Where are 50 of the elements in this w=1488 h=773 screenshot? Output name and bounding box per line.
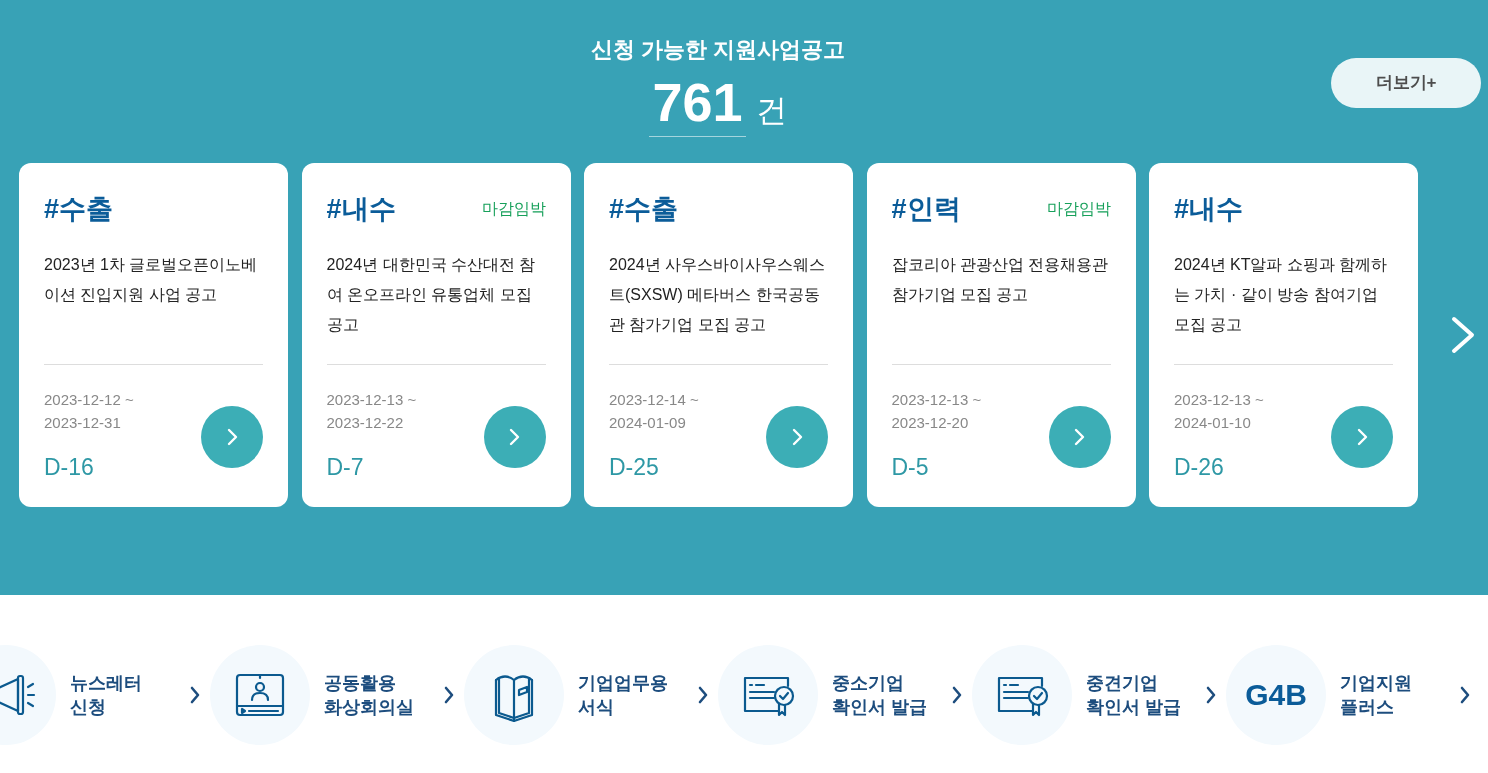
announcement-title: 2023년 1차 글로벌오픈이노베이션 진입지원 사업 공고 bbox=[44, 255, 259, 305]
chevron-right-icon bbox=[444, 686, 454, 704]
chevron-right-icon bbox=[509, 428, 520, 446]
category-hashtag: #수출 bbox=[44, 193, 114, 226]
quick-link[interactable]: 중소기업 확인서 발급 bbox=[718, 645, 972, 745]
count-number: 761 bbox=[649, 74, 746, 137]
d-day-count: D-5 bbox=[891, 453, 930, 482]
announcement-title: 2024년 사우스바이사우스웨스트(SXSW) 메타버스 한국공동관 참가기업 모집 공고 bbox=[609, 255, 827, 335]
chevron-right-icon bbox=[190, 686, 200, 704]
d-day-count: D-7 bbox=[326, 453, 365, 482]
certificate-icon bbox=[972, 645, 1072, 745]
chevron-right-icon bbox=[791, 428, 803, 446]
announcement-title: 잡코리아 관광산업 전용채용관 참가기업 모집 공고 bbox=[891, 255, 1110, 305]
certificate-icon bbox=[718, 645, 818, 745]
announcement-title: 2024년 KT알파 쇼핑과 함께하는 가치 · 같이 방송 참여기업 모집 공고 bbox=[1174, 255, 1389, 335]
chevron-right-icon bbox=[1356, 428, 1368, 446]
chevron-right-icon bbox=[1206, 686, 1216, 704]
chevron-right-icon bbox=[226, 428, 238, 446]
quick-link[interactable]: 기업업무용 서식 bbox=[464, 645, 718, 745]
date-range: 2023-12-13 ~ 2023-12-22 bbox=[326, 390, 418, 433]
d-day-count: D-26 bbox=[1174, 453, 1225, 482]
chevron-right-icon bbox=[1460, 686, 1470, 704]
quick-link[interactable]: 뉴스레터 신청 bbox=[0, 645, 210, 745]
video-screen-icon bbox=[210, 645, 310, 745]
date-range: 2023-12-12 ~ 2023-12-31 bbox=[44, 390, 135, 433]
chevron-right-icon bbox=[1450, 316, 1476, 354]
announcement-title: 2024년 대한민국 수산대전 참여 온오프라인 유통업체 모집 공고 bbox=[326, 255, 537, 335]
d-day-count: D-16 bbox=[44, 453, 95, 482]
chevron-right-icon bbox=[698, 686, 708, 704]
book-icon bbox=[464, 645, 564, 745]
service-logo: G4B bbox=[1226, 645, 1326, 745]
next-button[interactable] bbox=[1450, 316, 1476, 354]
category-hashtag: #내수 bbox=[1174, 193, 1244, 226]
date-range: 2023-12-13 ~ 2023-12-20 bbox=[891, 390, 983, 433]
category-hashtag: #인력 bbox=[891, 193, 961, 226]
deadline-label: 마감임박 bbox=[1046, 199, 1111, 219]
category-hashtag: #내수 bbox=[326, 193, 396, 226]
deadline-label: 마감임박 bbox=[481, 199, 546, 219]
quick-link[interactable]: G4B 기업지원 플러스 bbox=[1226, 645, 1480, 745]
date-range: 2023-12-14 ~ 2024-01-09 bbox=[609, 390, 700, 433]
d-day-count: D-25 bbox=[609, 453, 660, 482]
more-button[interactable]: 더보기+ bbox=[1331, 58, 1481, 108]
section-title: 신청 가능한 지원사업공고 bbox=[590, 36, 846, 64]
category-hashtag: #수출 bbox=[609, 193, 679, 226]
chevron-right-icon bbox=[952, 686, 962, 704]
quick-link[interactable]: 공동활용 화상회의실 bbox=[210, 645, 464, 745]
chevron-right-icon bbox=[1074, 428, 1085, 446]
count-unit: 건 bbox=[755, 92, 787, 130]
quick-link[interactable]: 중견기업 확인서 발급 bbox=[972, 645, 1226, 745]
date-range: 2023-12-13 ~ 2024-01-10 bbox=[1174, 390, 1265, 433]
